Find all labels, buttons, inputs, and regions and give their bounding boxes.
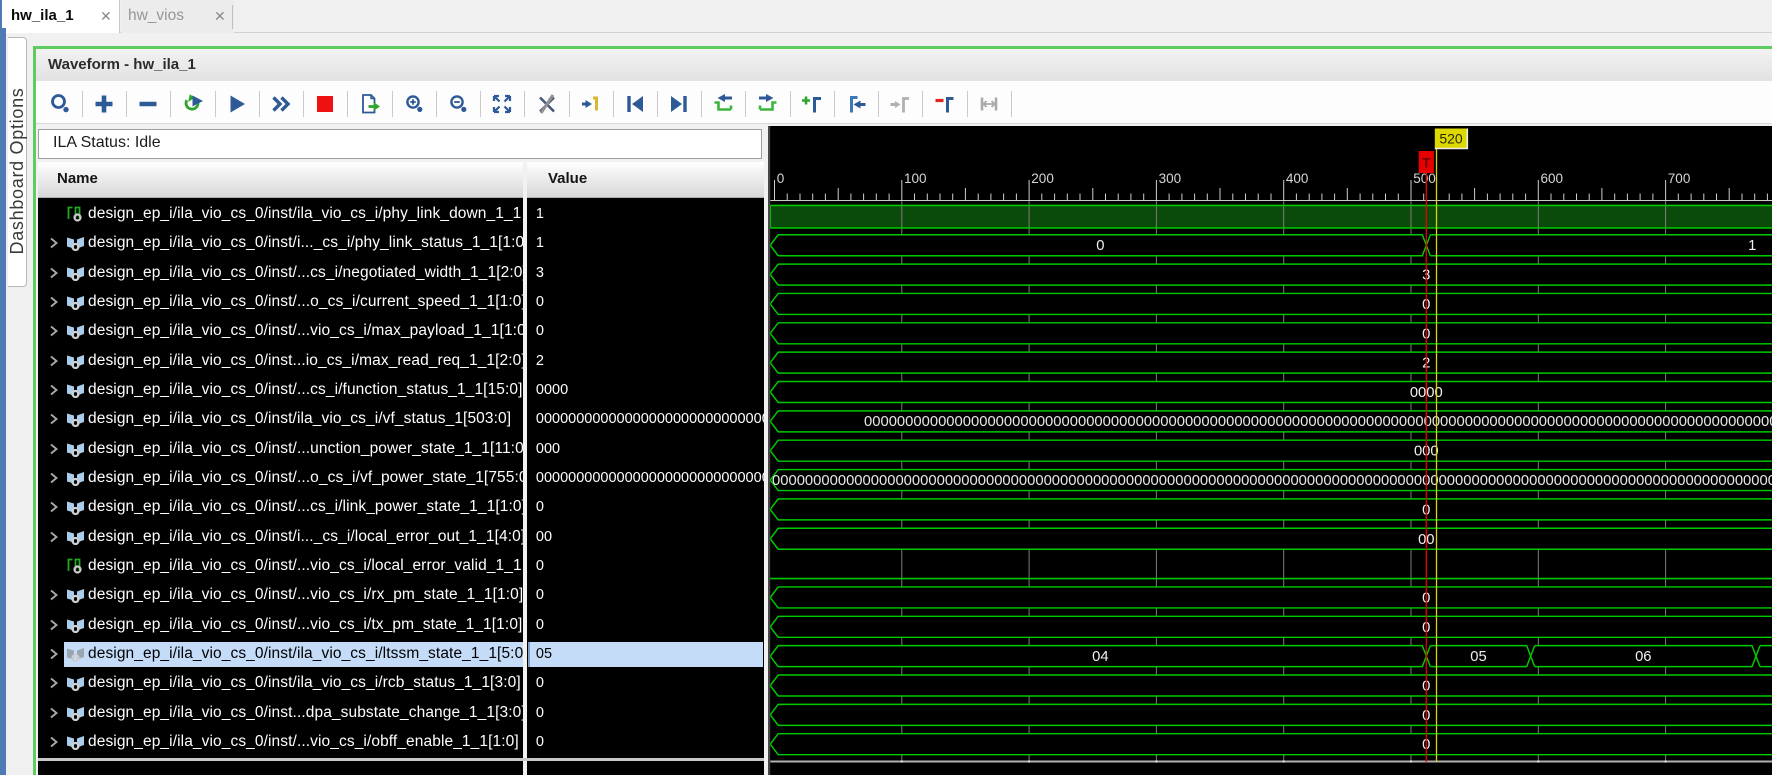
svg-text:000000000000000000000000000000: 0000000000000000000000000000000000000000… xyxy=(864,414,1772,430)
svg-text:04: 04 xyxy=(1092,649,1108,665)
svg-text:06: 06 xyxy=(1635,649,1651,665)
svg-text:05: 05 xyxy=(1470,649,1486,665)
svg-text:0: 0 xyxy=(777,171,785,186)
svg-text:100: 100 xyxy=(904,171,927,186)
svg-text:200: 200 xyxy=(1031,171,1054,186)
svg-text:500: 500 xyxy=(1413,171,1436,186)
svg-text:400: 400 xyxy=(1286,171,1309,186)
svg-text:700: 700 xyxy=(1668,171,1691,186)
svg-text:0: 0 xyxy=(1096,238,1104,254)
svg-text:1: 1 xyxy=(1748,238,1756,254)
svg-text:000000000000000000000000000000: 0000000000000000000000000000000000000000… xyxy=(772,473,1772,489)
svg-text:T: T xyxy=(1422,155,1431,171)
svg-text:600: 600 xyxy=(1541,171,1564,186)
svg-text:520: 520 xyxy=(1439,131,1463,147)
svg-text:300: 300 xyxy=(1159,171,1182,186)
